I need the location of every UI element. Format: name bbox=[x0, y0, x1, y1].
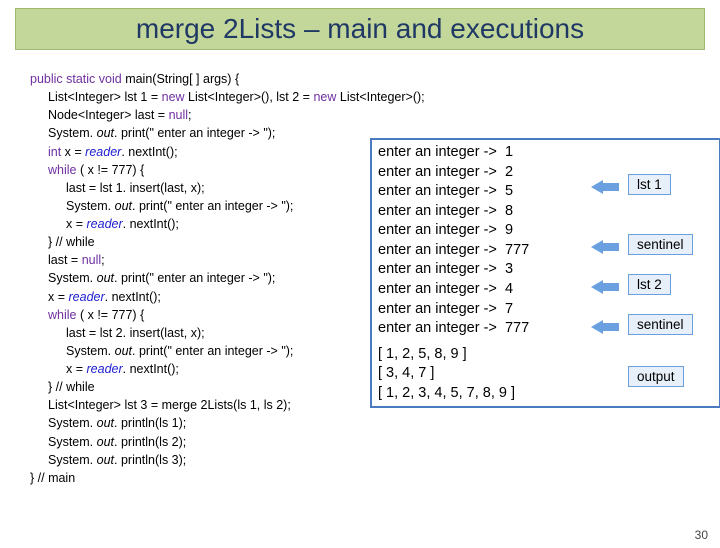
field-out: out bbox=[97, 453, 114, 467]
code-text: . nextInt(); bbox=[123, 217, 179, 231]
field-out: out bbox=[97, 126, 114, 140]
code-text: } // while bbox=[30, 378, 425, 396]
code-text: List<Integer> lst 3 = merge 2Lists(ls 1,… bbox=[30, 396, 425, 414]
arrow-left-icon bbox=[591, 320, 619, 334]
code-text: List<Integer>(), lst 2 = bbox=[185, 90, 314, 104]
label-sentinel: sentinel bbox=[628, 234, 693, 255]
kw-null: null bbox=[82, 253, 101, 267]
reader: reader bbox=[87, 217, 123, 231]
kw-null: null bbox=[169, 108, 188, 122]
field-out: out bbox=[97, 271, 114, 285]
code-text: . nextInt(); bbox=[105, 290, 161, 304]
field-out: out bbox=[97, 416, 114, 430]
code-text: Node<Integer> last = bbox=[48, 108, 169, 122]
code-text: . println(ls 2); bbox=[114, 435, 186, 449]
code-text: List<Integer>(); bbox=[336, 90, 424, 104]
arrow-left-icon bbox=[591, 240, 619, 254]
kw-while: while bbox=[48, 308, 77, 322]
code-text: System. bbox=[48, 126, 97, 140]
label-output: output bbox=[628, 366, 684, 387]
kw-int: int bbox=[48, 145, 61, 159]
code-text: last = bbox=[48, 253, 82, 267]
kw-public: public static void bbox=[30, 72, 122, 86]
slide-title: merge 2Lists – main and executions bbox=[15, 8, 705, 50]
code-text: System. bbox=[48, 416, 97, 430]
label-sentinel: sentinel bbox=[628, 314, 693, 335]
code-text: . print(" enter an integer -> "); bbox=[132, 199, 293, 213]
exec-line: enter an integer -> 8 bbox=[378, 202, 713, 222]
code-text: . print(" enter an integer -> "); bbox=[114, 271, 275, 285]
code-text: . println(ls 1); bbox=[114, 416, 186, 430]
code-block: public static void main(String[ ] args) … bbox=[30, 70, 425, 487]
code-text: x = bbox=[61, 145, 85, 159]
code-text: . nextInt(); bbox=[121, 145, 177, 159]
code-text: System. bbox=[66, 344, 115, 358]
label-lst2: lst 2 bbox=[628, 274, 671, 295]
code-text: main(String[ ] args) { bbox=[122, 72, 239, 86]
code-text: System. bbox=[48, 435, 97, 449]
exec-line: enter an integer -> 1 bbox=[378, 143, 713, 163]
field-out: out bbox=[115, 344, 132, 358]
kw-while: while bbox=[48, 163, 77, 177]
kw-new: new bbox=[162, 90, 185, 104]
code-text: ( x != 777) { bbox=[77, 163, 145, 177]
code-text: System. bbox=[48, 271, 97, 285]
code-text: . print(" enter an integer -> "); bbox=[132, 344, 293, 358]
code-text: System. bbox=[66, 199, 115, 213]
arrow-left-icon bbox=[591, 280, 619, 294]
code-text: ; bbox=[101, 253, 104, 267]
reader: reader bbox=[85, 145, 121, 159]
code-text: . println(ls 3); bbox=[114, 453, 186, 467]
field-out: out bbox=[97, 435, 114, 449]
code-text: x = bbox=[66, 362, 87, 376]
output-line: [ 1, 2, 5, 8, 9 ] bbox=[378, 345, 713, 365]
reader: reader bbox=[69, 290, 105, 304]
code-text: x = bbox=[48, 290, 69, 304]
code-text: last = lst 1. insert(last, x); bbox=[30, 179, 425, 197]
code-text: . print(" enter an integer -> "); bbox=[114, 126, 275, 140]
code-text: System. bbox=[48, 453, 97, 467]
code-text: List<Integer> lst 1 = bbox=[48, 90, 162, 104]
code-text: last = lst 2. insert(last, x); bbox=[30, 324, 425, 342]
code-text: ( x != 777) { bbox=[77, 308, 145, 322]
reader: reader bbox=[87, 362, 123, 376]
field-out: out bbox=[115, 199, 132, 213]
arrow-left-icon bbox=[591, 180, 619, 194]
label-lst1: lst 1 bbox=[628, 174, 671, 195]
code-text: . nextInt(); bbox=[123, 362, 179, 376]
code-text: ; bbox=[188, 108, 191, 122]
code-text: } // main bbox=[30, 471, 75, 485]
code-text: x = bbox=[66, 217, 87, 231]
code-text: } // while bbox=[30, 233, 425, 251]
kw-new: new bbox=[313, 90, 336, 104]
